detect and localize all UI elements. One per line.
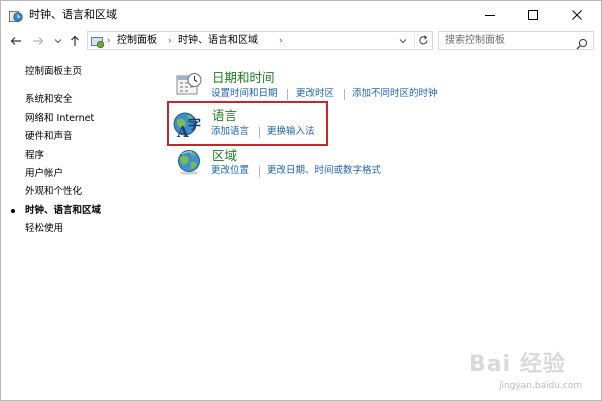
chevron-down-icon (54, 39, 62, 44)
date-time-title[interactable]: 日期和时间 (212, 70, 275, 85)
active-item-bullet (11, 209, 15, 213)
clock-region-app-icon (9, 8, 23, 22)
link-separator (287, 89, 288, 100)
breadcrumb-clock-language-region[interactable]: 时钟、语言和区域 (178, 34, 258, 48)
region-title[interactable]: 区域 (212, 148, 237, 163)
breadcrumb-separator[interactable]: › (279, 34, 283, 48)
minimize-icon (484, 15, 495, 16)
control-panel-home-link[interactable]: 控制面板主页 (25, 66, 82, 78)
sidebar-item-clock-language-region[interactable]: 时钟、语言和区域 (25, 205, 101, 217)
sidebar-item-appearance[interactable]: 外观和个性化 (25, 186, 82, 198)
watermark-url: jingyan.baidu.com (499, 381, 583, 391)
close-icon (571, 10, 582, 20)
breadcrumb-separator[interactable]: › (168, 34, 172, 48)
refresh-icon (418, 35, 428, 45)
chevron-down-icon (399, 38, 407, 43)
arrow-up-icon (71, 35, 79, 46)
sidebar-item-system-security[interactable]: 系统和安全 (25, 94, 73, 106)
up-button[interactable] (67, 33, 83, 49)
address-bar[interactable]: › 控制面板 › 时钟、语言和区域 › (87, 31, 433, 50)
change-date-time-number-format-link[interactable]: 更改日期、时间或数字格式 (267, 165, 381, 177)
link-separator (344, 89, 345, 100)
refresh-button[interactable] (414, 33, 431, 48)
close-button[interactable] (554, 1, 599, 29)
baidu-jingyan-watermark: Bai 经验 jingyan.baidu.com (469, 346, 597, 398)
maximize-icon (527, 10, 538, 20)
sidebar-item-network-internet[interactable]: 网络和 Internet (25, 113, 94, 125)
control-panel-window: 时钟、语言和区域 › 控制面板 › 时钟、语言和区域 › 搜索控制面板 控制面板… (0, 0, 602, 401)
search-placeholder: 搜索控制面板 (445, 35, 505, 46)
search-box[interactable]: 搜索控制面板 (438, 31, 594, 50)
sidebar-item-programs[interactable]: 程序 (25, 150, 44, 162)
arrow-left-icon (10, 37, 21, 45)
language-highlight-box (167, 101, 328, 146)
change-location-link[interactable]: 更改位置 (211, 165, 249, 177)
recent-locations-button[interactable] (50, 33, 66, 49)
sidebar-item-ease-of-access[interactable]: 轻松使用 (25, 223, 63, 235)
breadcrumb-separator: › (107, 36, 111, 46)
sidebar-item-user-accounts[interactable]: 用户帐户 (25, 168, 63, 180)
sidebar-item-hardware-sound[interactable]: 硬件和声音 (25, 131, 73, 143)
change-timezone-link[interactable]: 更改时区 (296, 88, 334, 100)
calendar-clock-icon (176, 71, 202, 101)
title-bar: 时钟、语言和区域 (1, 1, 601, 29)
link-separator (259, 166, 260, 177)
arrow-right-icon (33, 37, 44, 45)
minimize-button[interactable] (467, 1, 512, 29)
search-icon[interactable] (576, 35, 588, 54)
watermark-logo: Bai 经验 (469, 352, 566, 377)
set-time-date-link[interactable]: 设置时间和日期 (211, 88, 278, 100)
globe-icon (177, 149, 203, 179)
back-button[interactable] (8, 33, 24, 49)
add-clocks-link[interactable]: 添加不同时区的时钟 (352, 88, 438, 100)
breadcrumb-control-panel[interactable]: 控制面板 (117, 34, 157, 48)
forward-button[interactable] (30, 33, 46, 49)
navigation-bar: › 控制面板 › 时钟、语言和区域 › 搜索控制面板 (1, 29, 601, 53)
window-title: 时钟、语言和区域 (29, 8, 117, 21)
control-panel-icon (91, 34, 105, 53)
maximize-button[interactable] (510, 1, 555, 29)
address-dropdown-button[interactable] (396, 33, 410, 48)
